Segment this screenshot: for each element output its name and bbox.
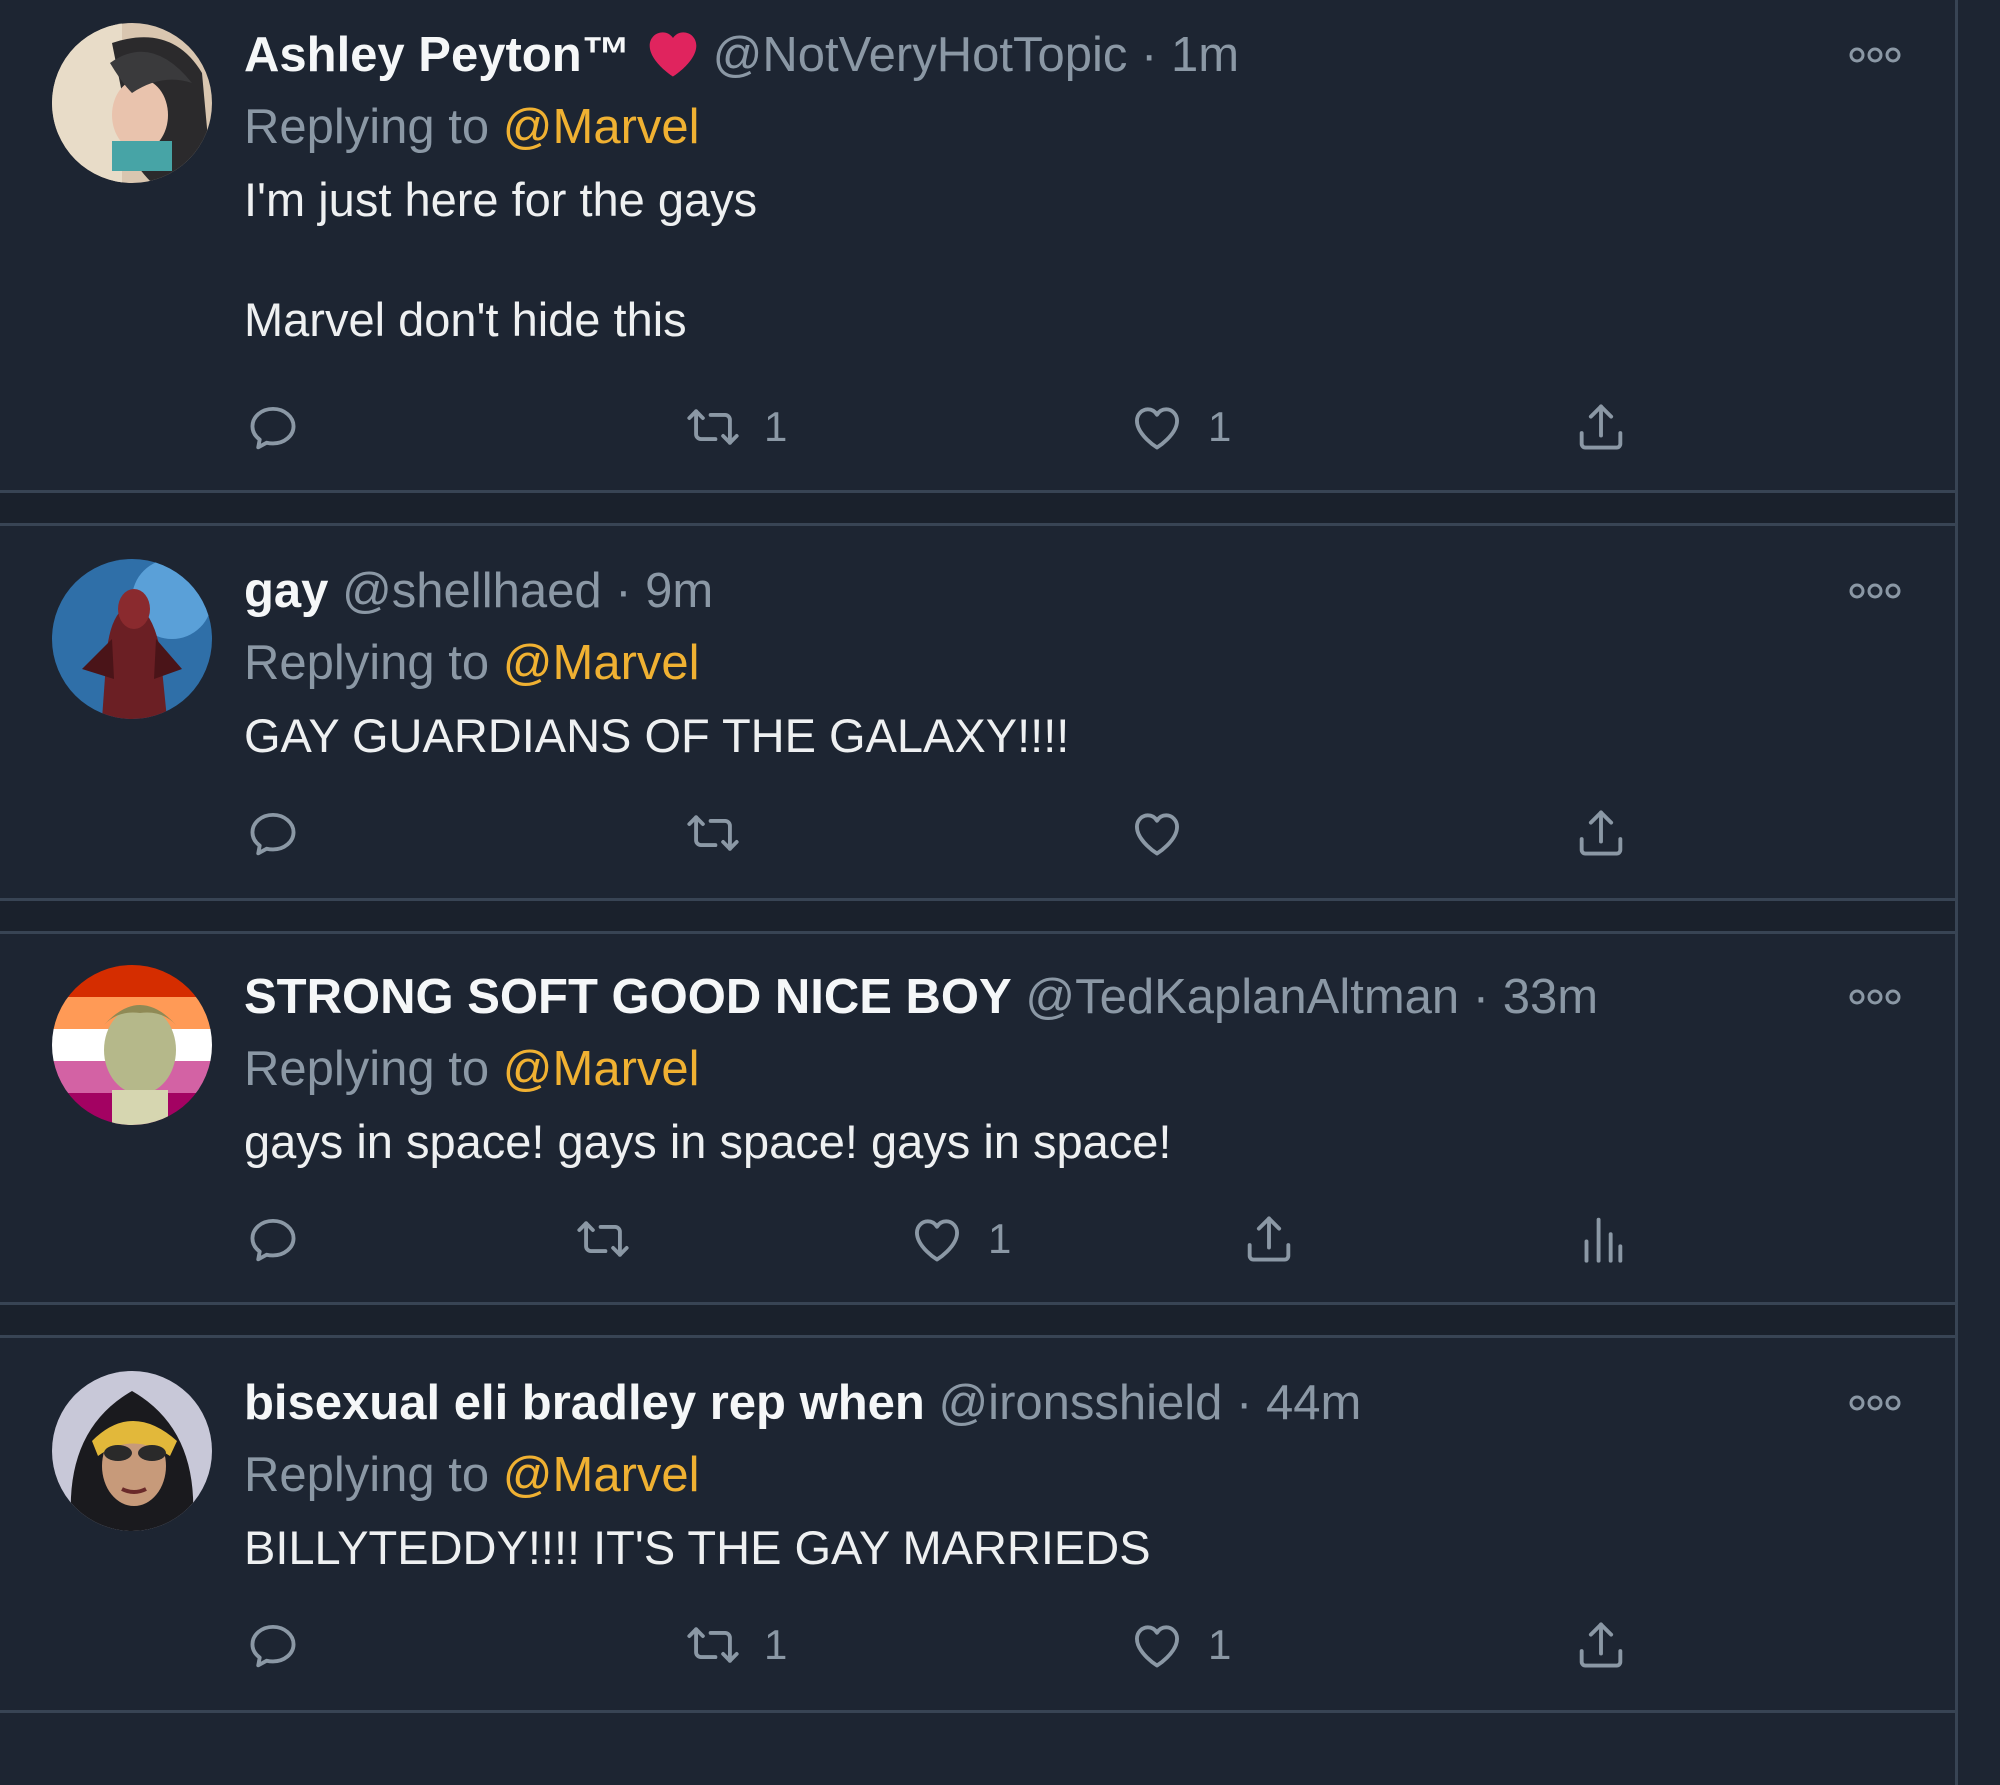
- retweet-icon: [574, 1210, 632, 1268]
- tweet-header: bisexual eli bradley rep when @ironsshie…: [244, 1373, 1361, 1433]
- separator-dot: ·: [1236, 1376, 1253, 1430]
- tweet-header: STRONG SOFT GOOD NICE BOY @TedKaplanAltm…: [244, 967, 1598, 1027]
- retweet-button[interactable]: [574, 1204, 654, 1274]
- tweet-3[interactable]: STRONG SOFT GOOD NICE BOY @TedKaplanAltm…: [0, 942, 1955, 1302]
- more-icon[interactable]: [1845, 982, 1905, 1012]
- timestamp[interactable]: 44m: [1266, 1376, 1361, 1430]
- mention-link[interactable]: @Marvel: [503, 100, 700, 154]
- reply-button[interactable]: [244, 1610, 302, 1680]
- tweet-text: gays in space! gays in space! gays in sp…: [244, 1115, 1172, 1168]
- mention-link[interactable]: @Marvel: [503, 1042, 700, 1096]
- like-icon: [1128, 1616, 1186, 1674]
- like-count: 1: [1208, 403, 1232, 450]
- share-icon: [1572, 398, 1630, 456]
- replying-to-label: Replying to: [244, 1042, 490, 1096]
- share-icon: [1572, 1616, 1630, 1674]
- replying-to-label: Replying to: [244, 100, 490, 154]
- tweet-4[interactable]: bisexual eli bradley rep when @ironsshie…: [0, 1348, 1955, 1710]
- display-name[interactable]: bisexual eli bradley rep when: [244, 1376, 925, 1430]
- divider: [0, 490, 1955, 526]
- share-button[interactable]: [1572, 392, 1630, 462]
- tweet-text: I'm just here for the gays Marvel don't …: [244, 173, 758, 346]
- analytics-button[interactable]: [1572, 1204, 1630, 1274]
- tweet-header: Ashley Peyton™ @NotVeryHotTopic · 1m: [244, 25, 1239, 85]
- retweet-count: 1: [764, 1621, 788, 1668]
- mention-link[interactable]: @Marvel: [503, 1448, 700, 1502]
- timestamp[interactable]: 33m: [1503, 970, 1598, 1024]
- like-icon: [1128, 804, 1186, 862]
- user-handle[interactable]: @shellhaed: [342, 564, 602, 618]
- avatar[interactable]: [52, 23, 212, 183]
- reply-icon: [244, 1210, 302, 1268]
- like-button[interactable]: 1: [908, 1204, 1011, 1274]
- like-icon: [1128, 398, 1186, 456]
- more-icon[interactable]: [1845, 576, 1905, 606]
- reply-feed: Ashley Peyton™ @NotVeryHotTopic · 1m Repl…: [0, 0, 1957, 1785]
- replying-to-line: Replying to @Marvel: [244, 1445, 700, 1505]
- retweet-button[interactable]: 1: [684, 1610, 787, 1680]
- tweet-text: GAY GUARDIANS OF THE GALAXY!!!!: [244, 709, 1070, 762]
- user-handle[interactable]: @ironsshield: [938, 1376, 1222, 1430]
- action-bar: [244, 798, 1744, 868]
- display-name[interactable]: Ashley Peyton™: [244, 28, 631, 82]
- retweet-icon: [684, 1616, 742, 1674]
- reply-button[interactable]: [244, 1204, 302, 1274]
- retweet-button[interactable]: [684, 798, 764, 868]
- tweet-2[interactable]: gay @shellhaed · 9m Replying to @Marvel …: [0, 536, 1955, 898]
- separator-dot: ·: [1140, 28, 1158, 82]
- display-name[interactable]: gay: [244, 564, 328, 618]
- more-icon[interactable]: [1845, 1388, 1905, 1418]
- tweet-header: gay @shellhaed · 9m: [244, 561, 713, 621]
- divider: [0, 1710, 1955, 1713]
- replying-to-label: Replying to: [244, 636, 490, 690]
- reply-icon: [244, 398, 302, 456]
- column-border: [1955, 0, 1958, 1785]
- replying-to-line: Replying to @Marvel: [244, 97, 700, 157]
- replying-to-line: Replying to @Marvel: [244, 633, 700, 693]
- like-button[interactable]: [1128, 798, 1208, 868]
- replying-to-label: Replying to: [244, 1448, 490, 1502]
- avatar[interactable]: [52, 1371, 212, 1531]
- retweet-icon: [684, 804, 742, 862]
- timestamp[interactable]: 9m: [645, 564, 713, 618]
- timestamp[interactable]: 1m: [1171, 28, 1239, 82]
- action-bar: 1: [244, 1204, 1744, 1274]
- reply-button[interactable]: [244, 798, 302, 868]
- more-icon[interactable]: [1845, 40, 1905, 70]
- tweet-1[interactable]: Ashley Peyton™ @NotVeryHotTopic · 1m Repl…: [0, 0, 1955, 490]
- retweet-count: 1: [764, 403, 788, 450]
- divider: [0, 898, 1955, 934]
- share-icon: [1240, 1210, 1298, 1268]
- user-handle[interactable]: @NotVeryHotTopic: [713, 28, 1128, 82]
- mention-link[interactable]: @Marvel: [503, 636, 700, 690]
- avatar[interactable]: [52, 559, 212, 719]
- reply-icon: [244, 1616, 302, 1674]
- like-button[interactable]: 1: [1128, 1610, 1231, 1680]
- reply-button[interactable]: [244, 392, 302, 462]
- share-button[interactable]: [1572, 1610, 1630, 1680]
- avatar[interactable]: [52, 965, 212, 1125]
- retweet-icon: [684, 398, 742, 456]
- share-button[interactable]: [1240, 1204, 1298, 1274]
- replying-to-line: Replying to @Marvel: [244, 1039, 700, 1099]
- separator-dot: ·: [1472, 970, 1490, 1024]
- separator-dot: ·: [615, 564, 632, 618]
- tweet-text: BILLYTEDDY!!!! IT'S THE GAY MARRIEDS: [244, 1521, 1151, 1574]
- share-icon: [1572, 804, 1630, 862]
- analytics-icon: [1572, 1210, 1630, 1268]
- red-heart-icon: [643, 25, 703, 93]
- user-handle[interactable]: @TedKaplanAltman: [1025, 970, 1459, 1024]
- action-bar: 1 1: [244, 392, 1744, 462]
- retweet-button[interactable]: 1: [684, 392, 787, 462]
- share-button[interactable]: [1572, 798, 1630, 868]
- like-count: 1: [1208, 1621, 1232, 1668]
- divider: [0, 1302, 1955, 1338]
- display-name[interactable]: STRONG SOFT GOOD NICE BOY: [244, 970, 1012, 1024]
- like-icon: [908, 1210, 966, 1268]
- like-button[interactable]: 1: [1128, 392, 1231, 462]
- action-bar: 1 1: [244, 1610, 1744, 1680]
- like-count: 1: [988, 1215, 1012, 1262]
- reply-icon: [244, 804, 302, 862]
